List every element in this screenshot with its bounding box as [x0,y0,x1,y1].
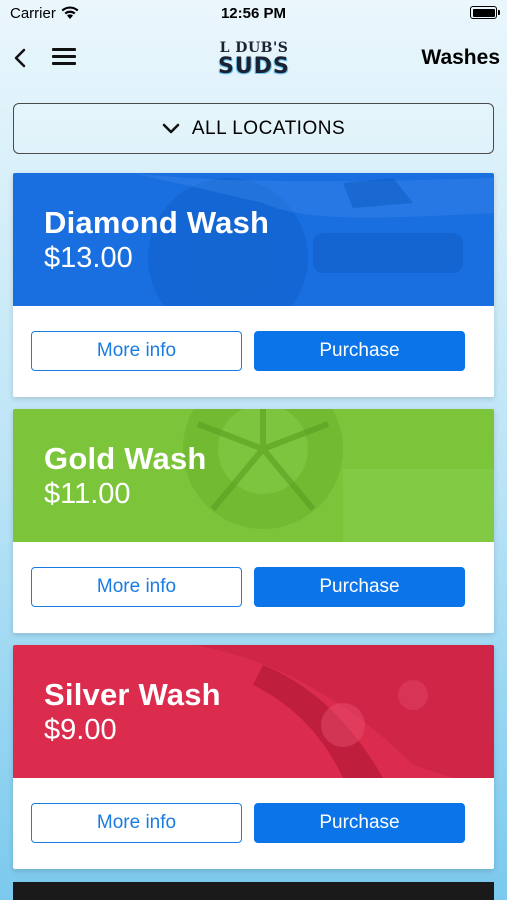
wash-price: $9.00 [44,714,117,746]
page-title: Washes [421,46,500,69]
wash-card-gold: Gold Wash $11.00 More info Purchase [13,409,494,633]
purchase-button[interactable]: Purchase [254,803,465,843]
card-banner: Diamond Wash $13.00 [13,173,494,306]
location-dropdown[interactable]: ALL LOCATIONS [13,103,494,154]
logo-bottom-text: SUDS [218,54,290,79]
back-chevron-icon[interactable] [10,46,32,70]
status-bar: Carrier 12:56 PM [0,0,507,28]
wash-price: $11.00 [44,478,131,510]
purchase-button[interactable]: Purchase [254,331,465,371]
status-time: 12:56 PM [220,5,287,22]
wash-title: Silver Wash [44,677,221,712]
wash-title: Diamond Wash [44,205,270,240]
more-info-button[interactable]: More info [31,331,242,371]
wash-card-silver: Silver Wash $9.00 More info Purchase [13,645,494,869]
nav-bar: L DUB'S SUDS Washes [0,34,507,82]
hamburger-menu-icon[interactable] [52,48,76,68]
card-banner: Silver Wash $9.00 [13,645,494,778]
battery-icon [470,6,500,19]
purchase-button[interactable]: Purchase [254,567,465,607]
card-banner: Gold Wash $11.00 [13,409,494,542]
wash-card-partial [13,882,494,900]
chevron-down-icon [162,123,180,134]
more-info-button[interactable]: More info [31,567,242,607]
location-label: ALL LOCATIONS [191,117,346,139]
brand-logo: L DUB'S SUDS [203,40,305,82]
more-info-button[interactable]: More info [31,803,242,843]
wash-title: Gold Wash [44,441,207,476]
wash-price: $13.00 [44,242,133,274]
wash-card-diamond: Diamond Wash $13.00 More info Purchase [13,173,494,397]
